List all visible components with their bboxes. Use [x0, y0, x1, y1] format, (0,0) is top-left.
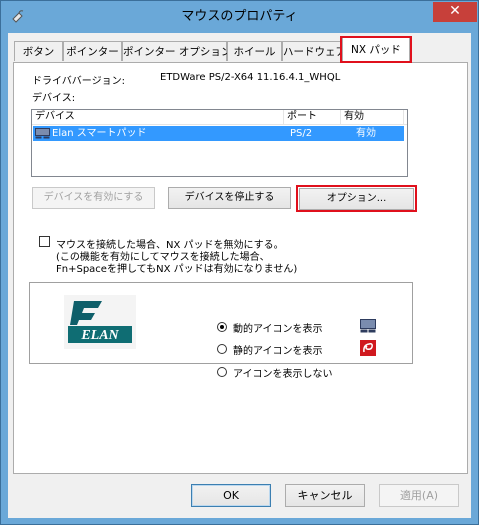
device-enabled: 有効: [356, 128, 376, 139]
title-bar[interactable]: マウスのプロパティ ✕: [1, 1, 478, 33]
close-button[interactable]: ✕: [433, 2, 477, 22]
device-list[interactable]: デバイス ポート 有効 Elan スマートパッド PS/2 有効: [31, 109, 408, 177]
device-name: Elan スマートパッド: [52, 128, 147, 139]
tab-highlight-box: [340, 36, 412, 63]
column-header-enabled[interactable]: 有効: [341, 110, 404, 124]
disable-on-mouse-note-2: Fn+Spaceを押してもNX パッドは有効になりません): [56, 264, 298, 275]
tab-pointer[interactable]: ポインター: [63, 41, 122, 61]
radio-no-icon[interactable]: [217, 367, 227, 377]
tray-icon-group: ELAN 動的アイコンを表示 静的アイコンを表示 アイコンを表示しない: [29, 282, 413, 380]
table-row[interactable]: Elan スマートパッド PS/2 有効: [33, 126, 404, 141]
ok-button[interactable]: OK: [191, 484, 271, 507]
disable-on-mouse-checkbox[interactable]: [39, 236, 50, 247]
devices-label: デバイス:: [32, 93, 76, 104]
driver-version-value: ETDWare PS/2-X64 11.16.4.1_WHQL: [160, 72, 341, 83]
column-header-device[interactable]: デバイス: [32, 110, 284, 124]
device-port: PS/2: [290, 128, 313, 139]
disable-device-button[interactable]: デバイスを停止する: [168, 187, 291, 209]
cancel-button[interactable]: キャンセル: [285, 484, 365, 507]
radio-dynamic-icon-label[interactable]: 動的アイコンを表示: [233, 320, 323, 335]
touchpad-icon: [360, 319, 376, 333]
tab-buttons[interactable]: ボタン: [14, 41, 63, 61]
elan-tray-icon: [360, 340, 376, 356]
column-header-port[interactable]: ポート: [284, 110, 341, 124]
options-highlight-box: [296, 185, 417, 212]
radio-static-icon[interactable]: [217, 344, 227, 354]
mouse-properties-window: マウスのプロパティ ✕ ボタン ポインター ポインター オプション ホイール ハ…: [0, 0, 479, 525]
radio-static-icon-label[interactable]: 静的アイコンを表示: [233, 342, 323, 357]
close-icon: ✕: [449, 3, 461, 19]
elan-logo: ELAN: [64, 295, 136, 349]
apply-button[interactable]: 適用(A): [379, 484, 459, 507]
tab-wheel[interactable]: ホイール: [227, 41, 282, 61]
touchpad-icon: [35, 128, 50, 139]
tab-hardware[interactable]: ハードウェア: [282, 41, 346, 61]
radio-dynamic-icon[interactable]: [217, 322, 227, 332]
enable-device-button[interactable]: デバイスを有効にする: [32, 187, 155, 209]
tab-pointer-options[interactable]: ポインター オプション: [122, 41, 231, 61]
dialog-client-area: ボタン ポインター ポインター オプション ホイール ハードウェア NX パッド…: [8, 33, 471, 518]
window-title: マウスのプロパティ: [181, 9, 298, 24]
device-list-header: デバイス ポート 有効: [32, 110, 407, 125]
elan-logo-text: ELAN: [80, 328, 119, 343]
tab-strip: ボタン ポインター ポインター オプション ホイール ハードウェア NX パッド: [8, 33, 471, 63]
driver-version-label: ドライババージョン:: [32, 76, 125, 87]
radio-no-icon-label[interactable]: アイコンを表示しない: [233, 365, 333, 380]
